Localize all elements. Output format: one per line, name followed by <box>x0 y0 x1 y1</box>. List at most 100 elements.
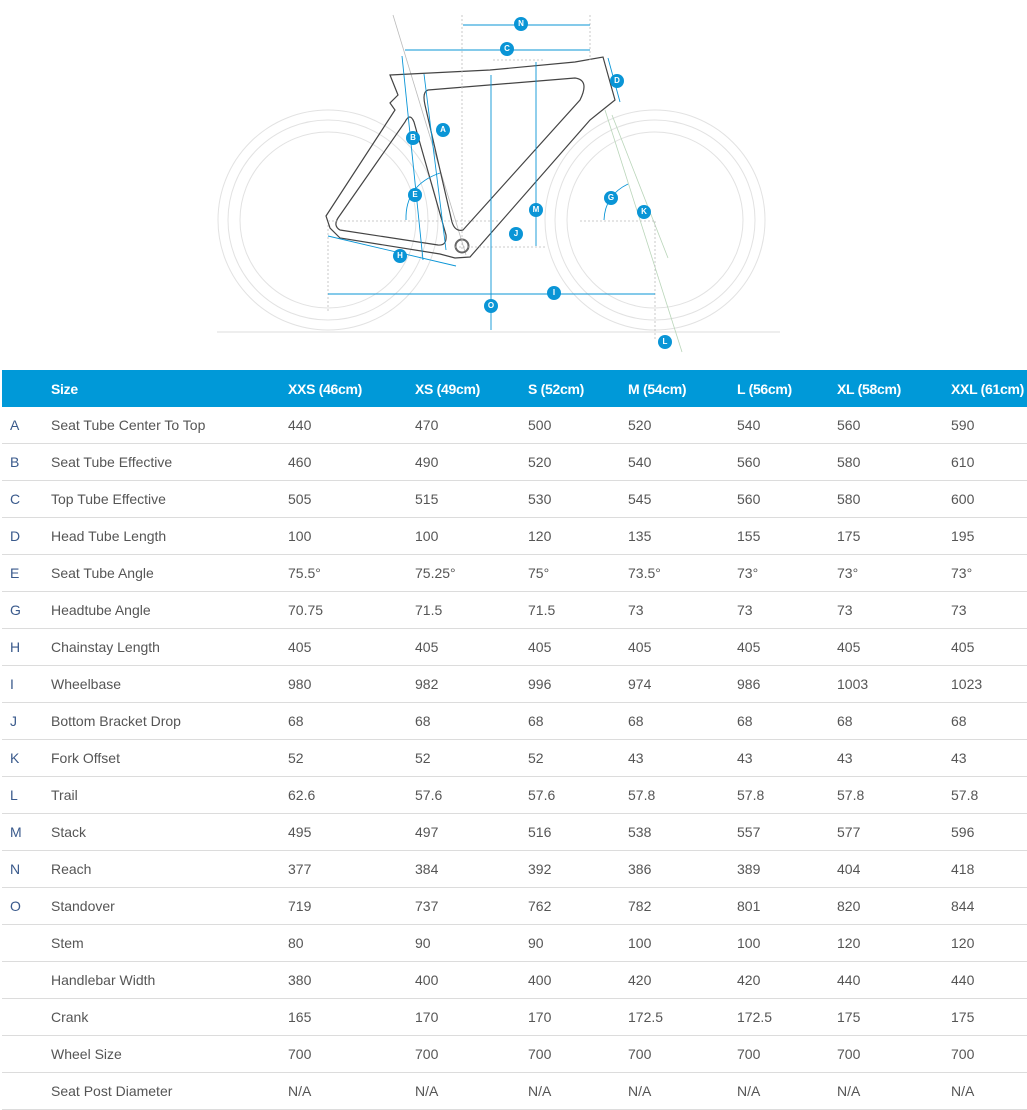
cell-value: 73° <box>837 554 951 592</box>
dimension-badge-i: I <box>547 286 561 300</box>
table-row: E Seat Tube Angle 75.5° 75.25° 75° 73.5° 73° 73… <box>2 554 1027 592</box>
cell-value: 737 <box>415 887 528 925</box>
table-row: Handlebar Width 380 400 400 420 420 440 440 <box>2 961 1027 999</box>
column-header-size-option: S (52cm) <box>528 370 628 407</box>
cell-value: 820 <box>837 887 951 925</box>
cell-value: 389 <box>737 850 837 888</box>
cell-value: 700 <box>288 1035 415 1073</box>
cell-value: 405 <box>951 628 1027 666</box>
row-label: Stack <box>51 813 288 851</box>
cell-value: 100 <box>628 924 737 962</box>
table-row: A Seat Tube Center To Top 440 470 500 520 540 5… <box>2 407 1027 444</box>
cell-value: 377 <box>288 850 415 888</box>
table-row: D Head Tube Length 100 100 120 135 155 175 195 <box>2 517 1027 555</box>
bike-frame-drawing <box>217 14 780 353</box>
row-letter: K <box>2 739 51 777</box>
row-label: Bottom Bracket Drop <box>51 702 288 740</box>
cell-value: 73 <box>951 591 1027 629</box>
dimension-badge-k: K <box>637 205 651 219</box>
cell-value: 844 <box>951 887 1027 925</box>
cell-value: 440 <box>837 961 951 999</box>
column-header-size-option: L (56cm) <box>737 370 837 407</box>
table-row: L Trail 62.6 57.6 57.6 57.8 57.8 57.8 57.8 <box>2 776 1027 814</box>
row-letter: A <box>2 407 51 444</box>
dimension-badge-c: C <box>500 42 514 56</box>
row-label: Seat Tube Angle <box>51 554 288 592</box>
cell-value: 405 <box>628 628 737 666</box>
cell-value: 1023 <box>951 665 1027 703</box>
cell-value: 505 <box>288 480 415 518</box>
cell-value: 700 <box>837 1035 951 1073</box>
cell-value: N/A <box>288 1072 415 1110</box>
cell-value: 100 <box>415 517 528 555</box>
row-label: Trail <box>51 776 288 814</box>
dimension-badge-n: N <box>514 17 528 31</box>
cell-value: 172.5 <box>628 998 737 1036</box>
cell-value: 440 <box>288 407 415 444</box>
row-label: Wheelbase <box>51 665 288 703</box>
table-row: N Reach 377 384 392 386 389 404 418 <box>2 850 1027 888</box>
row-letter: E <box>2 554 51 592</box>
cell-value: 418 <box>951 850 1027 888</box>
cell-value: 386 <box>628 850 737 888</box>
cell-value: 560 <box>737 480 837 518</box>
cell-value: 460 <box>288 443 415 481</box>
dimension-badge-l: L <box>658 335 672 349</box>
table-row: G Headtube Angle 70.75 71.5 71.5 73 73 73 73 <box>2 591 1027 629</box>
cell-value: 43 <box>628 739 737 777</box>
row-label: Crank <box>51 998 288 1036</box>
cell-value: 500 <box>528 407 628 444</box>
cell-value: 172.5 <box>737 998 837 1036</box>
table-row: Seat Post Diameter N/A N/A N/A N/A N/A N/A N/A <box>2 1072 1027 1110</box>
cell-value: 75° <box>528 554 628 592</box>
column-header-size-option: XL (58cm) <box>837 370 951 407</box>
cell-value: 420 <box>737 961 837 999</box>
cell-value: 90 <box>415 924 528 962</box>
cell-value: 57.6 <box>415 776 528 814</box>
dimension-badge-e: E <box>408 188 422 202</box>
cell-value: 538 <box>628 813 737 851</box>
row-letter: N <box>2 850 51 888</box>
cell-value: 700 <box>951 1035 1027 1073</box>
cell-value: 43 <box>837 739 951 777</box>
cell-value: 71.5 <box>415 591 528 629</box>
cell-value: 73° <box>951 554 1027 592</box>
cell-value: 68 <box>837 702 951 740</box>
cell-value: 73.5° <box>628 554 737 592</box>
cell-value: N/A <box>628 1072 737 1110</box>
table-row: Wheel Size 700 700 700 700 700 700 700 <box>2 1035 1027 1073</box>
row-label: Reach <box>51 850 288 888</box>
cell-value: 405 <box>528 628 628 666</box>
seat-tube-axis <box>392 14 467 256</box>
dimension-badge-o: O <box>484 299 498 313</box>
cell-value: 120 <box>837 924 951 962</box>
table-row: Stem 80 90 90 100 100 120 120 <box>2 924 1027 962</box>
cell-value: 70.75 <box>288 591 415 629</box>
cell-value: 170 <box>415 998 528 1036</box>
table-row: O Standover 719 737 762 782 801 820 844 <box>2 887 1027 925</box>
dimension-badge-m: M <box>529 203 543 217</box>
cell-value: 440 <box>951 961 1027 999</box>
cell-value: 73 <box>628 591 737 629</box>
row-letter: I <box>2 665 51 703</box>
cell-value: 986 <box>737 665 837 703</box>
cell-value: 68 <box>528 702 628 740</box>
cell-value: 400 <box>528 961 628 999</box>
cell-value: 175 <box>837 517 951 555</box>
cell-value: 405 <box>837 628 951 666</box>
cell-value: 52 <box>528 739 628 777</box>
row-label: Stem <box>51 924 288 962</box>
row-label: Top Tube Effective <box>51 480 288 518</box>
dimension-badge-g: G <box>604 191 618 205</box>
cell-value: 175 <box>837 998 951 1036</box>
cell-value: N/A <box>528 1072 628 1110</box>
table-row: K Fork Offset 52 52 52 43 43 43 43 <box>2 739 1027 777</box>
cell-value: 700 <box>628 1035 737 1073</box>
row-letter <box>2 961 51 999</box>
cell-value: 170 <box>528 998 628 1036</box>
row-label: Wheel Size <box>51 1035 288 1073</box>
cell-value: 557 <box>737 813 837 851</box>
cell-value: 120 <box>951 924 1027 962</box>
cell-value: 545 <box>628 480 737 518</box>
cell-value: 155 <box>737 517 837 555</box>
